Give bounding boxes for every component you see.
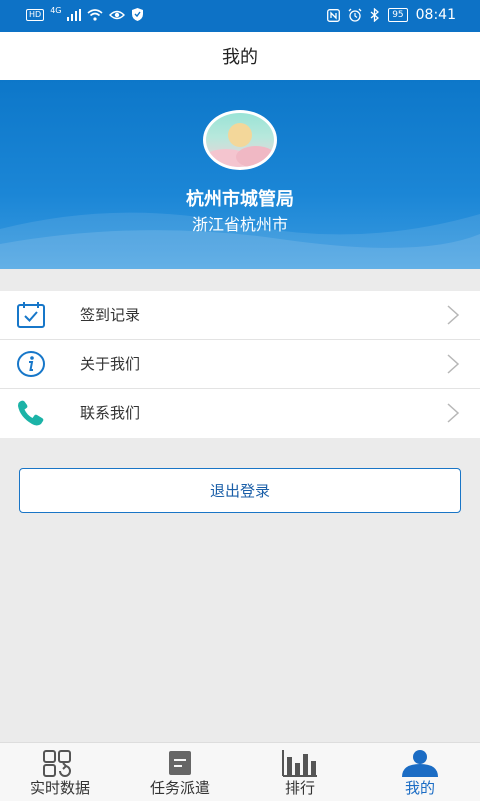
menu-label: 关于我们 — [80, 355, 141, 373]
profile-header: 杭州市城管局 浙江省杭州市 — [0, 80, 480, 269]
menu-item-about-us[interactable]: 关于我们 — [0, 340, 480, 389]
status-left: HD 4G — [26, 6, 144, 21]
tab-label: 任务派遣 — [149, 779, 210, 797]
menu-item-checkin-records[interactable]: 签到记录 — [0, 291, 480, 340]
user-icon — [402, 750, 438, 777]
avatar-image — [206, 123, 274, 167]
logout-button[interactable]: 退出登录 — [19, 468, 461, 513]
tab-mine[interactable]: 我的 — [360, 743, 480, 801]
status-bar: HD 4G 95 08:41 — [0, 0, 480, 32]
bluetooth-icon — [370, 8, 380, 22]
tab-realtime-data[interactable]: 实时数据 — [0, 743, 120, 801]
tab-ranking[interactable]: 排行 — [240, 743, 360, 801]
bar-chart-icon — [282, 750, 317, 777]
status-right: 95 08:41 — [327, 7, 456, 23]
status-time: 08:41 — [415, 7, 456, 23]
tab-label: 实时数据 — [29, 779, 90, 797]
phone-icon — [18, 400, 44, 426]
wifi-icon — [87, 8, 104, 21]
menu-label: 签到记录 — [80, 306, 141, 324]
chevron-right-icon — [447, 354, 460, 374]
eye-icon — [109, 10, 126, 19]
document-icon — [169, 751, 191, 775]
tab-label: 排行 — [284, 779, 315, 797]
menu-item-contact-us[interactable]: 联系我们 — [0, 389, 480, 438]
alarm-icon — [348, 8, 362, 22]
calendar-check-icon — [17, 302, 45, 328]
title-bar: 我的 — [0, 32, 480, 80]
signal-icon — [67, 8, 82, 21]
info-icon — [17, 351, 45, 377]
tab-label: 我的 — [404, 779, 435, 797]
shield-icon — [132, 8, 144, 21]
network-type: 4G — [50, 6, 62, 15]
menu-label: 联系我们 — [80, 404, 141, 422]
bottom-tab-bar: 实时数据 任务派遣 排行 我的 — [0, 742, 480, 801]
tab-task-dispatch[interactable]: 任务派遣 — [120, 743, 240, 801]
chevron-right-icon — [447, 403, 460, 423]
battery-level: 95 — [388, 8, 408, 22]
hd-badge: HD — [26, 8, 45, 21]
avatar[interactable] — [203, 110, 277, 170]
grid-refresh-icon — [43, 750, 71, 777]
org-name: 杭州市城管局 — [186, 189, 294, 210]
org-region: 浙江省杭州市 — [191, 215, 288, 234]
menu-list: 签到记录 关于我们 联系我们 — [0, 291, 480, 438]
page-title: 我的 — [222, 47, 258, 68]
nfc-icon — [327, 8, 341, 22]
chevron-right-icon — [447, 305, 460, 325]
